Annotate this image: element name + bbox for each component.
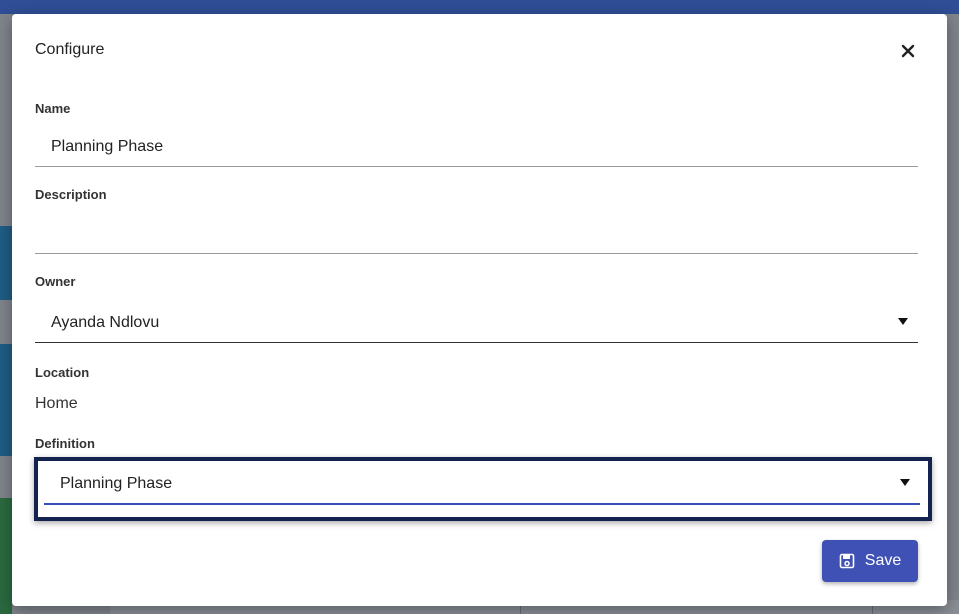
owner-value: Ayanda Ndlovu xyxy=(51,314,160,331)
save-icon xyxy=(839,553,855,569)
save-button[interactable]: Save xyxy=(822,540,918,582)
owner-label: Owner xyxy=(35,274,76,289)
owner-select[interactable]: Ayanda Ndlovu xyxy=(35,304,918,343)
description-field[interactable] xyxy=(35,215,918,254)
dialog-title: Configure xyxy=(35,41,105,58)
location-value: Home xyxy=(35,395,78,412)
configure-dialog: Configure Name Planning Phase Descriptio… xyxy=(12,14,947,606)
app-header-bar xyxy=(0,0,959,14)
name-field[interactable]: Planning Phase xyxy=(35,128,918,167)
app-background-strip xyxy=(0,226,12,300)
close-button[interactable] xyxy=(896,39,920,63)
location-label: Location xyxy=(35,365,90,380)
description-label: Description xyxy=(35,187,107,202)
definition-highlight: Planning Phase xyxy=(34,457,932,521)
save-label: Save xyxy=(864,552,902,569)
app-background-strip xyxy=(0,344,12,456)
name-label: Name xyxy=(35,101,71,116)
definition-label: Definition xyxy=(35,436,95,451)
app-background-strip xyxy=(0,498,12,614)
chevron-down-icon xyxy=(898,318,908,325)
name-value: Planning Phase xyxy=(51,138,164,155)
definition-select[interactable]: Planning Phase xyxy=(44,465,920,505)
close-icon xyxy=(901,44,915,58)
chevron-down-icon xyxy=(900,479,910,486)
definition-value: Planning Phase xyxy=(60,475,173,492)
